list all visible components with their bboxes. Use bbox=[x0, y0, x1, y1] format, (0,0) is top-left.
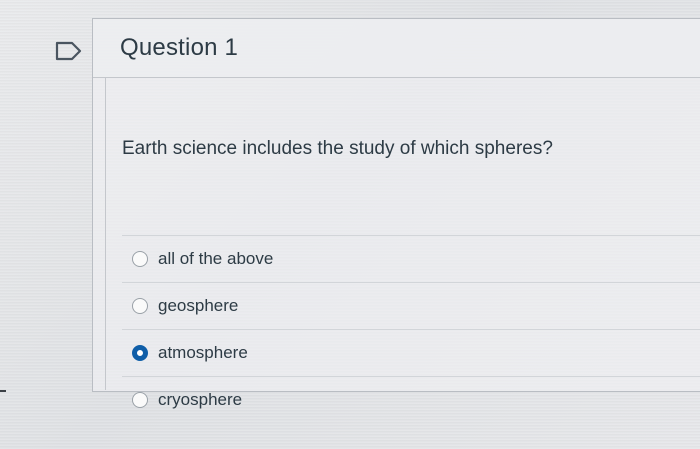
radio-button-selected[interactable] bbox=[132, 345, 148, 361]
radio-button[interactable] bbox=[132, 392, 148, 408]
question-body: Earth science includes the study of whic… bbox=[105, 78, 700, 409]
answer-label: all of the above bbox=[158, 249, 274, 268]
question-prompt: Earth science includes the study of whic… bbox=[122, 138, 553, 159]
question-title: Question 1 bbox=[120, 34, 239, 61]
answer-label: atmosphere bbox=[158, 343, 248, 362]
question-header: Question 1 bbox=[93, 19, 700, 78]
answer-option[interactable]: all of the above bbox=[122, 235, 700, 282]
radio-button[interactable] bbox=[132, 251, 148, 267]
answer-label: cryosphere bbox=[158, 390, 243, 409]
answer-option[interactable]: atmosphere bbox=[122, 329, 700, 376]
answer-option[interactable]: geosphere bbox=[122, 282, 700, 329]
left-edge-mark bbox=[0, 390, 6, 412]
question-card: Question 1 Earth science includes the st… bbox=[92, 18, 700, 409]
radio-button[interactable] bbox=[132, 298, 148, 314]
answer-option[interactable]: cryosphere bbox=[122, 376, 700, 423]
flag-question-icon[interactable] bbox=[54, 40, 84, 62]
answer-label: geosphere bbox=[158, 296, 239, 315]
answer-list: all of the above geosphere atmosphere cr… bbox=[122, 235, 700, 423]
